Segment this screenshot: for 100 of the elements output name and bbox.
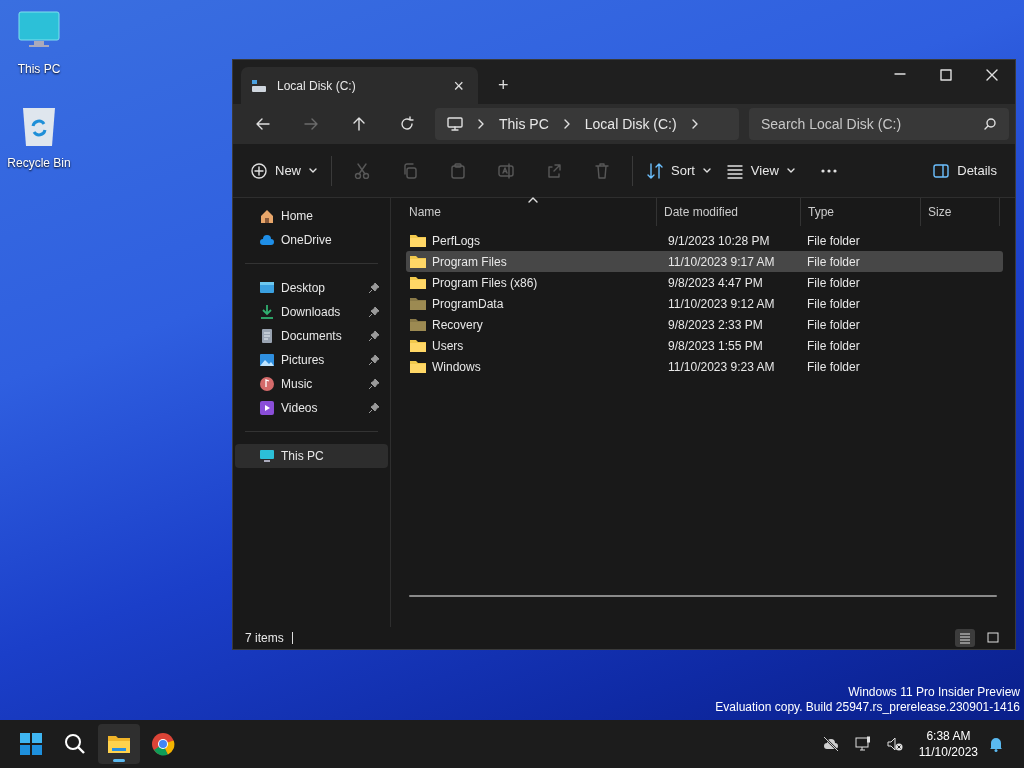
list-icon	[959, 632, 971, 644]
breadcrumb-item[interactable]: Local Disk (C:)	[584, 113, 677, 135]
type-cell-text: File folder	[807, 295, 860, 313]
sidebar-item[interactable]: Videos	[235, 396, 388, 420]
tab-title: Local Disk (C:)	[277, 77, 357, 95]
volume-muted-icon[interactable]	[886, 736, 903, 752]
item-count: 7 items	[245, 630, 284, 647]
icon-label[interactable]: Recycle Bin	[7, 154, 71, 172]
sidebar-item[interactable]: Documents	[235, 324, 388, 348]
picture-icon	[259, 352, 275, 368]
watermark-text: Windows 11 Pro Insider Preview	[847, 685, 1020, 700]
house-icon	[259, 208, 275, 224]
music-icon	[259, 376, 275, 392]
caret-icon	[786, 167, 795, 174]
chevron-icon[interactable]	[562, 118, 571, 130]
cloud-off-icon[interactable]	[822, 736, 839, 752]
file-row[interactable]: Program Files (x86) 9/8/2023 4:47 PM File folder	[406, 272, 1003, 293]
video-icon	[259, 400, 275, 416]
file-name: Program Files	[432, 253, 507, 271]
caret-icon	[702, 167, 711, 174]
column-header[interactable]: Type	[801, 198, 921, 226]
monitor-icon	[447, 116, 463, 132]
date-cell-text: 9/8/2023 1:55 PM	[667, 337, 764, 355]
file-name: Users	[432, 337, 464, 355]
clock[interactable]: 6:38 AM 11/10/2023	[918, 728, 978, 760]
sidebar-item[interactable]: Downloads	[235, 300, 388, 324]
share-icon	[546, 162, 562, 179]
sidebar-item[interactable]: OneDrive	[235, 228, 388, 252]
column-header[interactable]: Date modified	[657, 198, 801, 226]
desktop-folder-icon	[259, 280, 275, 296]
type-cell-text: File folder	[807, 358, 860, 376]
file-row[interactable]: Windows 11/10/2023 9:23 AM File folder	[406, 356, 1003, 377]
file-row[interactable]: Program Files 11/10/2023 9:17 AM File folder	[406, 251, 1003, 272]
sidebar-item[interactable]: This PC	[235, 444, 388, 468]
pin-icon[interactable]	[368, 306, 380, 318]
date-cell-text: 11/10/2023 9:17 AM	[667, 253, 776, 271]
date-cell-text: 9/1/2023 10:28 PM	[667, 232, 771, 250]
pin-icon[interactable]	[368, 330, 380, 342]
close-tab-button[interactable]: ×	[449, 76, 468, 95]
column-header[interactable]: Size	[921, 198, 1000, 226]
new-button[interactable]: New	[243, 153, 325, 188]
view-button[interactable]: View	[718, 153, 803, 188]
breadcrumb-item[interactable]: This PC	[499, 113, 549, 135]
sort-button[interactable]: Sort	[639, 153, 719, 188]
pin-icon[interactable]	[368, 282, 380, 294]
download-icon	[259, 304, 275, 320]
file-name: Windows	[432, 358, 481, 376]
close-icon[interactable]	[986, 69, 998, 81]
details-view-button[interactable]	[955, 629, 975, 647]
monitor-icon	[259, 448, 275, 464]
tile-icon	[987, 632, 999, 644]
cloud-icon	[259, 232, 275, 248]
new-icon	[251, 162, 267, 179]
drive-icon	[251, 78, 267, 93]
icon-label[interactable]: This PC	[17, 60, 61, 78]
address-bar[interactable]: This PC Local Disk (C:)	[435, 108, 739, 140]
maximize-icon[interactable]	[940, 69, 952, 81]
pin-icon[interactable]	[368, 378, 380, 390]
search-icon	[63, 732, 87, 756]
chevron-icon[interactable]	[477, 118, 485, 130]
chevron-icon[interactable]	[690, 118, 699, 130]
file-name: PerfLogs	[432, 232, 481, 250]
file-row[interactable]: Users 9/8/2023 1:55 PM File folder	[406, 335, 1003, 356]
panel-icon	[933, 162, 950, 179]
up-arrow-icon[interactable]	[351, 116, 367, 132]
new-tab-button[interactable]: +	[494, 76, 513, 94]
search-icon[interactable]	[983, 117, 997, 131]
details-button[interactable]: Details	[925, 153, 1005, 188]
browser-icon	[151, 732, 175, 756]
file-row[interactable]: PerfLogs 9/1/2023 10:28 PM File folder	[406, 230, 1003, 251]
window-tab[interactable]: Local Disk (C:) ×	[241, 67, 478, 104]
back-arrow-icon[interactable]	[255, 116, 271, 132]
type-cell-text: File folder	[807, 274, 860, 292]
network-icon[interactable]	[854, 736, 871, 752]
list-icon	[726, 162, 743, 179]
scissors-icon	[354, 162, 370, 179]
sidebar-item[interactable]: Music	[235, 372, 388, 396]
more-icon	[820, 168, 837, 173]
document-icon	[259, 328, 275, 344]
clipboard-icon	[450, 162, 466, 179]
sidebar-item[interactable]: Desktop	[235, 276, 388, 300]
file-row[interactable]: Recovery 9/8/2023 2:33 PM File folder	[406, 314, 1003, 335]
caret-icon	[309, 167, 317, 174]
pin-icon[interactable]	[368, 354, 380, 366]
scrollbar[interactable]	[409, 595, 997, 597]
refresh-icon[interactable]	[399, 116, 415, 132]
type-cell-text: File folder	[807, 253, 860, 271]
taskbar-button[interactable]	[98, 724, 140, 764]
file-name: Program Files (x86)	[432, 274, 538, 292]
date-cell-text: 11/10/2023 9:12 AM	[667, 295, 776, 313]
column-header[interactable]: Name	[402, 198, 657, 226]
search-field[interactable]: Search Local Disk (C:)	[749, 108, 1009, 140]
sidebar-item[interactable]: Home	[235, 204, 388, 228]
bell-icon[interactable]	[988, 736, 1004, 752]
copy-icon	[402, 162, 418, 179]
type-cell-text: File folder	[807, 316, 860, 334]
pin-icon[interactable]	[368, 402, 380, 414]
file-row[interactable]: ProgramData 11/10/2023 9:12 AM File folder	[406, 293, 1003, 314]
file-name: ProgramData	[432, 295, 504, 313]
sidebar-item[interactable]: Pictures	[235, 348, 388, 372]
